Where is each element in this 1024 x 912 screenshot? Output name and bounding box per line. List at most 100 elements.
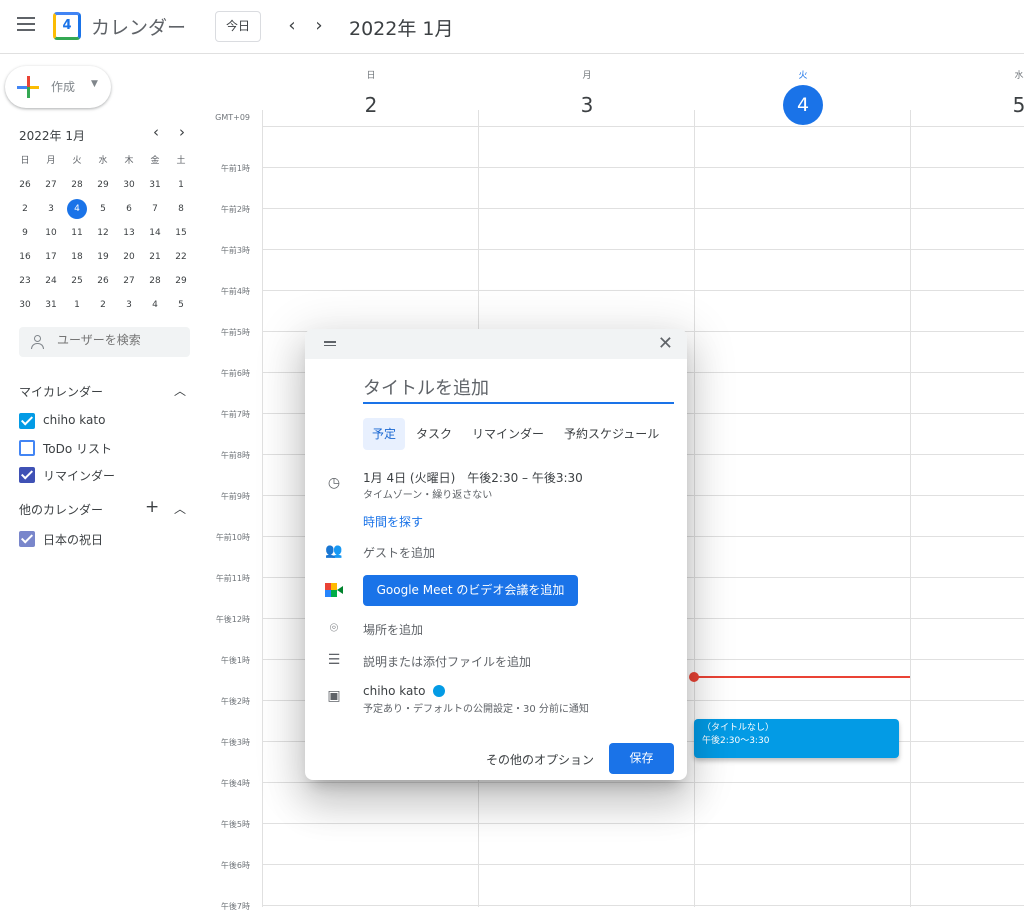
dialog-header[interactable]: ✕ [305, 329, 687, 359]
hour-label: 午後6時 [220, 861, 250, 870]
mini-day[interactable]: 3 [38, 198, 64, 222]
hour-label: 午前3時 [220, 246, 250, 255]
hour-label: 午後2時 [220, 697, 250, 706]
mini-day-today: 4 [67, 199, 87, 219]
mini-day[interactable]: 26 [90, 270, 116, 294]
calendar-checkbox[interactable] [19, 440, 35, 456]
hour-label: 午前6時 [220, 369, 250, 378]
calendar-checkbox[interactable] [19, 467, 35, 483]
timezone-repeat[interactable]: タイムゾーン・繰り返さない [363, 486, 492, 501]
mini-weekday-label: 水 [98, 156, 108, 166]
mini-day[interactable]: 10 [38, 222, 64, 246]
mini-day[interactable]: 5 [90, 198, 116, 222]
mini-day[interactable]: 2 [90, 294, 116, 318]
event-time: 午後2:30～3:30 [702, 736, 770, 746]
next-period-icon[interactable]: › [309, 14, 329, 38]
mini-day[interactable]: 31 [38, 294, 64, 318]
calendar-color-dot [433, 685, 446, 697]
prev-period-icon[interactable]: ‹ [282, 14, 302, 38]
mini-prev-month-icon[interactable]: ‹ [148, 123, 164, 141]
mini-day[interactable]: 1 [64, 294, 90, 318]
hour-label: 午後12時 [215, 615, 250, 624]
close-icon[interactable]: ✕ [658, 333, 673, 354]
day-of-week: 火 [798, 71, 808, 81]
mini-day[interactable]: 31 [142, 174, 168, 198]
mini-day[interactable]: 13 [116, 222, 142, 246]
mini-day[interactable]: 2 [12, 198, 38, 222]
add-description[interactable]: 説明または添付ファイルを追加 [363, 653, 531, 670]
plus-icon [17, 76, 39, 98]
mini-day[interactable]: 20 [116, 246, 142, 270]
mini-day[interactable]: 14 [142, 222, 168, 246]
mini-day[interactable]: 15 [168, 222, 194, 246]
mini-day[interactable]: 28 [142, 270, 168, 294]
mini-day[interactable]: 3 [116, 294, 142, 318]
mini-day[interactable]: 1 [168, 174, 194, 198]
main-menu-icon[interactable] [17, 17, 35, 31]
event-chip[interactable]: （タイトルなし） 午後2:30～3:30 [694, 719, 899, 758]
mini-day[interactable]: 19 [90, 246, 116, 270]
drag-handle-icon[interactable] [324, 341, 336, 348]
calendar-checkbox[interactable] [19, 531, 35, 547]
mini-day[interactable]: 4 [142, 294, 168, 318]
mini-day[interactable]: 26 [12, 174, 38, 198]
hour-label: 午前5時 [220, 328, 250, 337]
mini-day[interactable]: 4 [64, 198, 90, 222]
calendar-logo-icon[interactable]: 4 [53, 12, 81, 40]
event-type-tab[interactable]: タスク [407, 418, 461, 450]
mini-day[interactable]: 28 [64, 174, 90, 198]
mini-day[interactable]: 30 [116, 174, 142, 198]
add-calendar-icon[interactable]: + [145, 497, 159, 517]
people-search[interactable] [19, 327, 190, 357]
mini-day[interactable]: 27 [38, 174, 64, 198]
mini-day[interactable]: 27 [116, 270, 142, 294]
mini-day[interactable]: 24 [38, 270, 64, 294]
collapse-icon[interactable]: ︿ [174, 500, 186, 517]
event-type-tab[interactable]: 予定 [363, 418, 406, 450]
event-title-input[interactable] [363, 374, 674, 404]
add-location[interactable]: 場所を追加 [363, 621, 423, 638]
day-of-week: 水 [1014, 71, 1024, 81]
day-of-week: 日 [366, 71, 376, 81]
mini-day[interactable]: 21 [142, 246, 168, 270]
mini-day[interactable]: 23 [12, 270, 38, 294]
create-button[interactable]: 作成 ▼ [5, 66, 111, 108]
hour-label: 午後4時 [220, 779, 250, 788]
mini-day[interactable]: 17 [38, 246, 64, 270]
mini-day[interactable]: 9 [12, 222, 38, 246]
calendar-settings-summary[interactable]: 予定あり・デフォルトの公開設定・30 分前に通知 [363, 700, 589, 715]
add-meet-button[interactable]: Google Meet のビデオ会議を追加 [363, 575, 578, 606]
more-options-button[interactable]: その他のオプション [486, 751, 594, 768]
event-type-tab[interactable]: 予約スケジュール [555, 418, 668, 450]
mini-day[interactable]: 25 [64, 270, 90, 294]
calendar-label: リマインダー [43, 469, 116, 483]
people-search-input[interactable] [57, 333, 182, 347]
mini-day[interactable]: 18 [64, 246, 90, 270]
today-button[interactable]: 今日 [215, 11, 261, 42]
calendar-selector[interactable]: chiho kato [363, 684, 446, 698]
mini-next-month-icon[interactable]: › [174, 123, 190, 141]
mini-day[interactable]: 30 [12, 294, 38, 318]
collapse-icon[interactable]: ︿ [174, 382, 186, 399]
mini-day[interactable]: 22 [168, 246, 194, 270]
event-type-tab[interactable]: リマインダー [463, 418, 553, 450]
event-datetime[interactable]: 1月 4日 (火曜日) 午後2:30 – 午後3:30 [363, 469, 583, 486]
mini-day[interactable]: 11 [64, 222, 90, 246]
mini-day[interactable]: 6 [116, 198, 142, 222]
mini-day[interactable]: 7 [142, 198, 168, 222]
mini-day[interactable]: 16 [12, 246, 38, 270]
mini-weekday-label: 金 [150, 156, 160, 166]
calendar-checkbox[interactable] [19, 413, 35, 429]
mini-day[interactable]: 29 [90, 174, 116, 198]
mini-day[interactable]: 8 [168, 198, 194, 222]
find-time-link[interactable]: 時間を探す [363, 513, 423, 530]
add-guests[interactable]: ゲストを追加 [363, 544, 435, 561]
mini-day[interactable]: 5 [168, 294, 194, 318]
other-calendars-title[interactable]: 他のカレンダー [19, 501, 103, 518]
guests-icon: 👥 [325, 543, 343, 559]
mini-day[interactable]: 29 [168, 270, 194, 294]
clock-icon: ◷ [327, 475, 341, 491]
mini-day[interactable]: 12 [90, 222, 116, 246]
save-button[interactable]: 保存 [609, 743, 674, 774]
my-calendars-title[interactable]: マイカレンダー [19, 383, 103, 400]
